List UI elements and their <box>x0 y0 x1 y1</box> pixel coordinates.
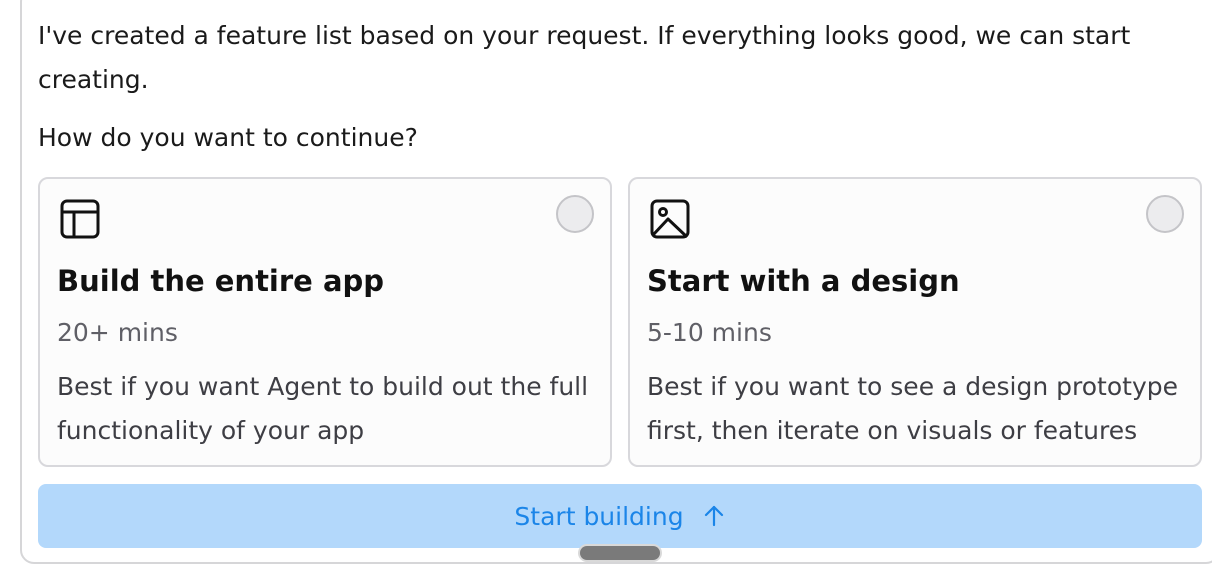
option-description: Best if you want Agent to build out the … <box>57 372 589 445</box>
option-time: 20+ mins <box>57 318 178 347</box>
arrow-up-icon <box>704 505 723 527</box>
start-building-button[interactable]: Start building <box>38 484 1202 548</box>
option-time: 5-10 mins <box>647 318 772 347</box>
option-title: Build the entire app <box>57 264 385 298</box>
option-title: Start with a design <box>647 264 960 298</box>
option-radio-build-entire-app[interactable] <box>556 195 594 233</box>
option-card-start-with-design[interactable]: Start with a design 5-10 mins Best if yo… <box>628 177 1202 467</box>
intro-text: I've created a feature list based on you… <box>38 21 1131 94</box>
option-card-build-entire-app[interactable]: Build the entire app 20+ mins Best if yo… <box>38 177 612 467</box>
layout-icon <box>60 199 100 239</box>
option-description: Best if you want to see a design prototy… <box>647 372 1179 445</box>
question-text: How do you want to continue? <box>38 123 418 152</box>
option-radio-start-with-design[interactable] <box>1146 195 1184 233</box>
image-icon <box>650 199 690 239</box>
start-building-label: Start building <box>514 501 684 531</box>
resize-handle[interactable] <box>580 546 660 560</box>
